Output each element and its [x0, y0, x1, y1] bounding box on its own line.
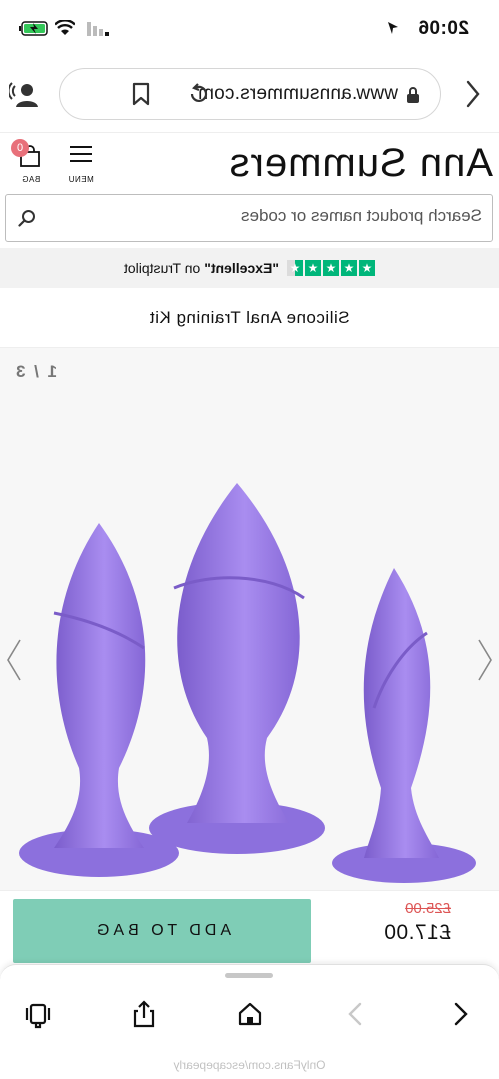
browser-back-chevron-icon[interactable]	[465, 80, 481, 108]
back-chevron-disabled-icon[interactable]	[341, 999, 371, 1029]
product-image	[19, 483, 476, 883]
bag-button[interactable]: 0 BAG	[11, 139, 51, 185]
watermark-text: OnlyFans.com/escapepearly	[173, 1058, 326, 1072]
share-icon[interactable]	[129, 999, 159, 1029]
search-input[interactable]	[42, 206, 482, 226]
status-time: 20:06	[417, 18, 469, 39]
bag-count-badge: 0	[11, 139, 29, 157]
trustpilot-stars: ★ ★ ★ ★ ★	[287, 260, 376, 276]
trustpilot-rating-word: "Excellent"	[204, 260, 280, 276]
small-plug	[332, 568, 476, 883]
search-box	[5, 194, 493, 242]
forward-chevron-icon[interactable]	[445, 999, 475, 1029]
star-icon: ★	[359, 260, 376, 276]
status-bar: 20:06	[0, 0, 499, 60]
url-text[interactable]: www.annsummers.com	[198, 83, 398, 105]
image-counter: 1 / 3	[14, 362, 58, 381]
lock-icon	[407, 87, 419, 103]
profile-waves-icon[interactable]	[9, 82, 39, 108]
search-icon[interactable]	[18, 209, 36, 227]
original-price: £25.00	[405, 900, 451, 917]
tabs-icon[interactable]	[23, 999, 53, 1029]
location-arrow-icon	[388, 22, 398, 34]
gallery-next-chevron-icon[interactable]	[6, 638, 22, 682]
address-field[interactable]: www.annsummers.com	[59, 68, 441, 120]
product-title: Silicone Anal Training Kit	[0, 288, 499, 348]
gallery-prev-chevron-icon[interactable]	[477, 638, 493, 682]
trustpilot-banner[interactable]: ★ ★ ★ ★ ★ "Excellent" on Trustpilot	[0, 248, 499, 288]
hamburger-icon	[70, 146, 92, 148]
wifi-icon	[55, 20, 75, 35]
product-image-gallery[interactable]: 1 / 3	[0, 348, 499, 890]
star-icon: ★	[305, 260, 322, 276]
cellular-signal-icon	[87, 22, 109, 36]
bag-label: BAG	[21, 175, 41, 184]
half-star-icon: ★	[287, 260, 304, 276]
browser-url-bar: www.annsummers.com	[0, 66, 499, 126]
home-icon[interactable]	[235, 999, 265, 1029]
trustpilot-suffix: on Trustpilot	[123, 260, 201, 276]
ann-summers-logo[interactable]: Ann Summers	[229, 141, 493, 186]
sale-price: £17.00	[383, 921, 451, 944]
add-to-bag-button[interactable]: ADD TO BAG	[13, 899, 311, 963]
site-header: Ann Summers MENU 0 BAG	[0, 132, 499, 192]
menu-button[interactable]: MENU	[61, 141, 101, 185]
purchase-bar: £25.00 £17.00 ADD TO BAG	[0, 890, 499, 970]
reload-icon[interactable]	[188, 83, 210, 105]
menu-label: MENU	[68, 175, 94, 184]
bookmark-icon[interactable]	[132, 82, 150, 106]
battery-charging-icon	[19, 21, 48, 36]
large-plug	[149, 483, 325, 854]
toolbar-grabber[interactable]	[225, 973, 273, 978]
star-icon: ★	[323, 260, 340, 276]
star-icon: ★	[341, 260, 358, 276]
